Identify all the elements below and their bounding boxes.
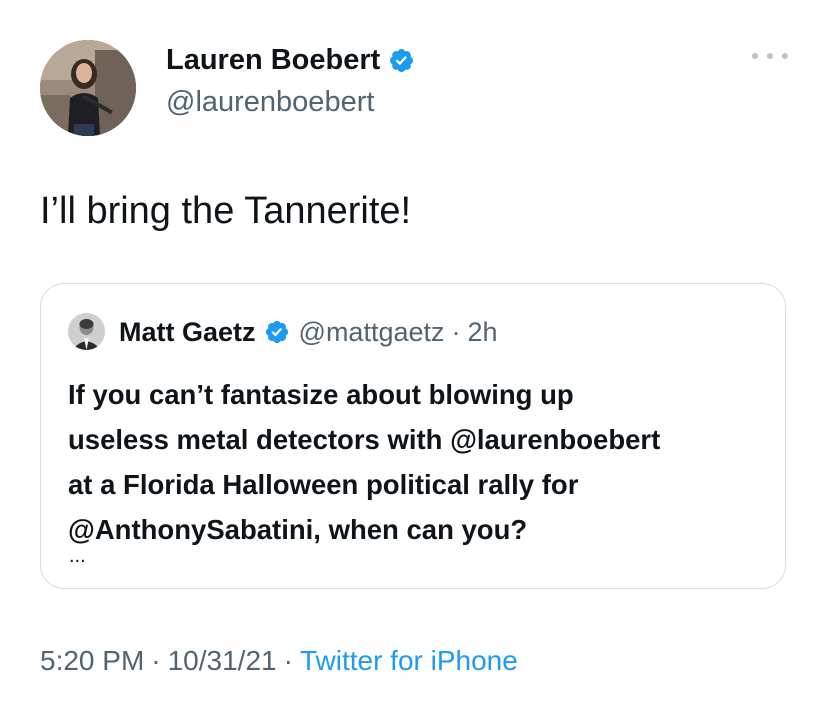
quoted-author-handle: @mattgaetz	[298, 316, 445, 347]
more-options-icon[interactable]	[752, 46, 788, 66]
quoted-separator: ·	[451, 316, 461, 347]
meta-separator: ·	[283, 645, 293, 676]
meta-separator: ·	[151, 645, 161, 676]
verified-badge-icon	[265, 320, 288, 344]
tweet-date[interactable]: 10/31/21	[168, 645, 277, 676]
author-avatar-image	[40, 40, 136, 136]
quoted-author-avatar	[68, 313, 105, 350]
quoted-text-line: If you can’t fantasize about blowing up	[68, 379, 574, 410]
quoted-text-line: useless metal detectors with @laurenboeb…	[68, 424, 661, 455]
quoted-tweet-card[interactable]: Matt Gaetz @mattgaetz · 2h If you can’t …	[40, 283, 786, 589]
tweet-source-link[interactable]: Twitter for iPhone	[300, 645, 518, 676]
quoted-tweet-text: If you can’t fantasize about blowing up …	[68, 372, 768, 552]
quoted-text-line: at a Florida Halloween political rally f…	[68, 469, 579, 500]
author-handle[interactable]: @laurenboebert	[166, 84, 374, 120]
more-dot	[752, 53, 758, 59]
more-dot	[767, 53, 773, 59]
tweet-text: I’ll bring the Tannerite!	[40, 190, 412, 232]
quoted-author-avatar-image	[68, 313, 105, 350]
author-name-row[interactable]: Lauren Boebert	[166, 42, 415, 78]
quoted-tweet-header: Matt Gaetz @mattgaetz · 2h	[119, 312, 498, 352]
quoted-text-line: @AnthonySabatini, when can you?	[68, 514, 528, 545]
author-name[interactable]: Lauren Boebert	[166, 42, 380, 78]
quoted-author-name: Matt Gaetz	[119, 316, 256, 347]
quoted-tweet-age: 2h	[467, 316, 498, 347]
quoted-truncation-ellipsis: ...	[69, 545, 86, 567]
verified-badge-icon	[390, 48, 414, 72]
tweet-time[interactable]: 5:20 PM	[40, 645, 144, 676]
more-dot	[782, 53, 788, 59]
tweet-meta: 5:20 PM · 10/31/21 · Twitter for iPhone	[40, 643, 518, 679]
author-avatar[interactable]	[40, 40, 136, 136]
